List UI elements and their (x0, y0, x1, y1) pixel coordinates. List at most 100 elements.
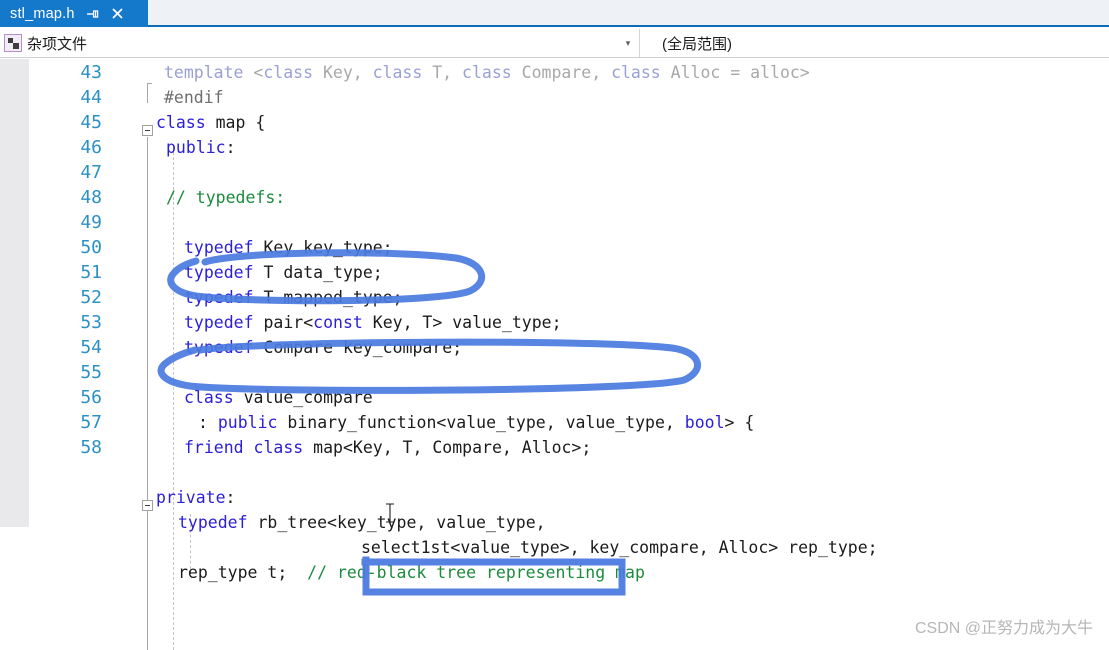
miscellaneous-file-icon (4, 34, 22, 52)
code-token: binary_function<value_type, value_type, (277, 413, 685, 432)
code-token: class (263, 63, 314, 82)
code-token: bool (684, 413, 725, 432)
code-token: Alloc = alloc> (660, 63, 810, 82)
code-token: class (611, 63, 661, 82)
editor-tab-strip: stl_map.h (0, 0, 1109, 27)
chevron-down-icon[interactable]: ▾ (617, 38, 639, 48)
csdn-watermark: CSDN @正努力成为大牛 (914, 620, 1093, 637)
line-number: 52 (80, 287, 102, 308)
code-token: const (313, 313, 363, 332)
code-line[interactable]: typedef rb_tree<key_type, value_type, (178, 510, 546, 535)
line-number: 56 (80, 387, 102, 408)
code-token: private (156, 488, 226, 507)
fold-guide-line (147, 512, 148, 650)
code-line[interactable]: friend class map<Key, T, Compare, Alloc>… (184, 435, 591, 460)
code-line[interactable]: typedef Key key_type; (184, 235, 393, 260)
code-token: : (198, 413, 218, 432)
line-number: 44 (80, 87, 102, 108)
code-token: class (184, 388, 234, 407)
line-number: 57 (80, 412, 102, 433)
code-line[interactable]: rep_type t; // red-black tree representi… (178, 560, 645, 585)
code-text[interactable]: template <class Key, class T, class Comp… (156, 59, 1109, 650)
code-line[interactable]: typedef pair<const Key, T> value_type; (184, 310, 562, 335)
code-line[interactable]: template <class Key, class T, class Comp… (164, 60, 810, 85)
code-token: : (225, 138, 236, 157)
fold-guide-line (147, 83, 148, 103)
code-token: Compare key_compare; (253, 338, 463, 357)
code-token: : (225, 488, 236, 507)
line-number: 51 (80, 262, 102, 283)
code-token: T, (422, 63, 463, 82)
code-token: #endif (164, 88, 224, 107)
scope-dropdown-label: 杂项文件 (27, 35, 88, 53)
code-token: > { (724, 413, 755, 432)
code-token: class (253, 438, 304, 457)
code-token: public (217, 413, 278, 432)
code-line[interactable]: private: (156, 485, 235, 510)
member-dropdown[interactable]: (全局范围) (640, 29, 1109, 57)
code-token: public (166, 138, 226, 157)
code-token: map { (205, 113, 266, 132)
code-token: class (156, 113, 206, 132)
code-token: value_compare (233, 388, 373, 407)
code-token: class (462, 63, 512, 82)
code-line[interactable]: : public binary_function<value_type, val… (198, 410, 754, 435)
selection-margin[interactable] (0, 59, 29, 527)
code-line[interactable]: #endif (164, 85, 224, 110)
line-number: 46 (80, 137, 102, 158)
code-editor[interactable]: 43 44 45 46 47 48 49 50 51 52 53 54 55 56 57 58 templat… (0, 59, 1109, 650)
line-number: 45 (80, 112, 102, 133)
code-token: typedef (178, 513, 248, 532)
pin-icon[interactable] (85, 6, 100, 22)
line-number: 53 (80, 312, 102, 333)
code-token: typedef (184, 338, 254, 357)
close-icon[interactable] (110, 6, 125, 22)
code-line[interactable]: class map { (156, 110, 265, 135)
line-number: 47 (80, 162, 102, 183)
code-token: map<Key, T, Compare, Alloc>; (303, 438, 592, 457)
code-token: Key, (313, 63, 373, 82)
code-token: < (253, 63, 264, 82)
code-token: rb_tree<key_type, value_type, (247, 513, 546, 532)
scope-dropdown[interactable]: 杂项文件 ▾ (0, 29, 640, 57)
line-number: 50 (80, 237, 102, 258)
line-number: 58 (80, 437, 102, 458)
code-token: typedef (184, 238, 254, 257)
line-number: 43 (80, 62, 102, 83)
fold-toggle-value-compare[interactable] (142, 500, 153, 511)
tab-stl-map-h[interactable]: stl_map.h (0, 0, 148, 27)
code-line[interactable]: public: (166, 135, 236, 160)
fold-toggle-class-map[interactable] (142, 125, 153, 136)
member-dropdown-label: (全局范围) (662, 35, 732, 53)
code-token: typedef (184, 288, 254, 307)
code-token: pair< (253, 313, 314, 332)
code-line[interactable]: class value_compare (184, 385, 373, 410)
code-token: // typedefs: (166, 188, 286, 207)
code-token: class (372, 63, 423, 82)
tab-label: stl_map.h (10, 5, 75, 22)
code-token: friend (184, 438, 244, 457)
code-token: T data_type; (253, 263, 383, 282)
fold-guide-line (147, 137, 148, 522)
outlining-margin[interactable] (140, 59, 156, 650)
code-line[interactable]: typedef T mapped_type; (184, 285, 403, 310)
code-line[interactable]: // typedefs: (166, 185, 285, 210)
code-token: Key, T> value_type; (362, 313, 562, 332)
code-token: Key key_type; (253, 238, 393, 257)
code-token: select1st<value_type>, key_compare, Allo… (361, 538, 878, 557)
code-token: // red-black tree representing map (307, 563, 645, 582)
code-token: T mapped_type; (253, 288, 403, 307)
line-number: 48 (80, 187, 102, 208)
code-line[interactable]: select1st<value_type>, key_compare, Allo… (361, 535, 878, 560)
line-number: 55 (80, 362, 102, 383)
code-line[interactable]: typedef T data_type; (184, 260, 383, 285)
line-number-gutter: 43 44 45 46 47 48 49 50 51 52 53 54 55 56 57 58 (29, 59, 110, 650)
code-line[interactable]: typedef Compare key_compare; (184, 335, 462, 360)
code-token: template (164, 63, 254, 82)
line-number: 49 (80, 212, 102, 233)
code-token: Compare, (511, 63, 612, 82)
code-token: rep_type t; (178, 563, 308, 582)
line-number: 54 (80, 337, 102, 358)
code-token: typedef (184, 313, 254, 332)
